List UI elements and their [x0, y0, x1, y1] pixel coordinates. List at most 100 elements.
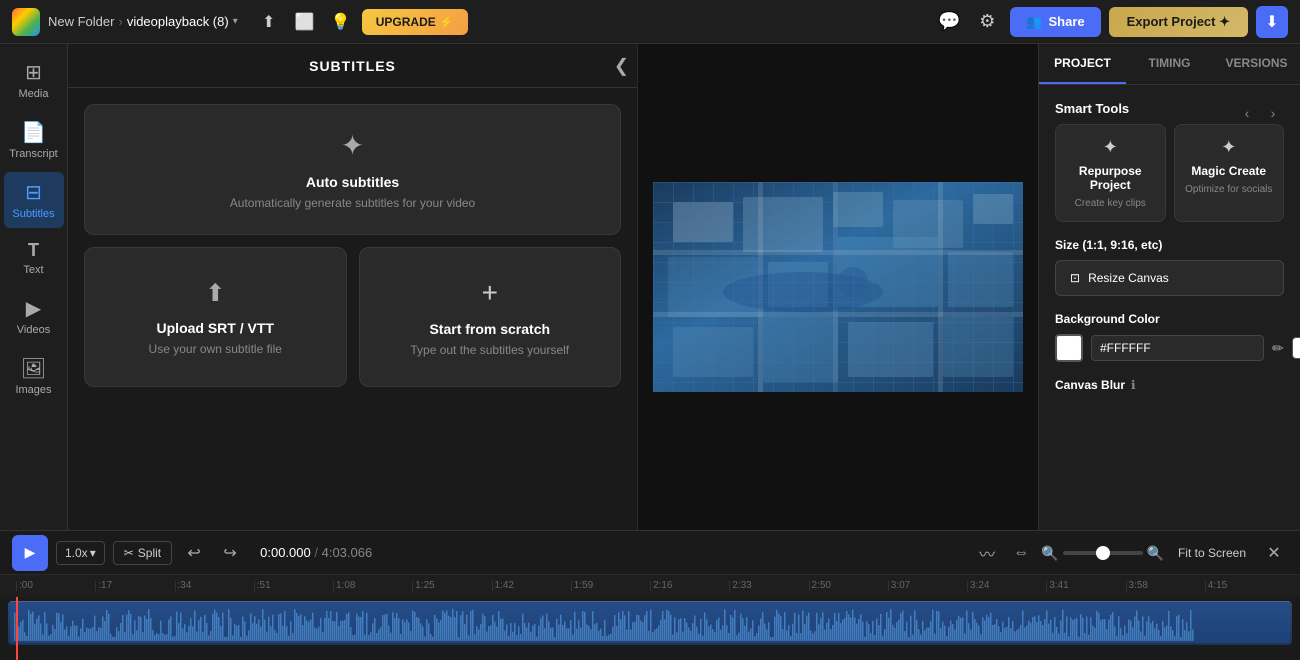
speed-chevron-icon: ▾: [90, 546, 96, 560]
upload-srt-card[interactable]: ⬆ Upload SRT / VTT Use your own subtitle…: [84, 247, 347, 387]
share-project-icon-button[interactable]: ⬆: [254, 7, 284, 37]
aerial-map-svg: [653, 182, 1023, 392]
download-button[interactable]: ⬇: [1256, 6, 1288, 38]
start-from-scratch-card[interactable]: + Start from scratch Type out the subtit…: [359, 247, 622, 387]
subtitles-icon: ⊟: [25, 180, 42, 205]
smart-tools-cards: ✦ Repurpose Project Create key clips ✦ M…: [1055, 124, 1284, 222]
export-button[interactable]: Export Project ✦: [1109, 7, 1248, 37]
zoom-in-icon: 🔍: [1147, 545, 1164, 561]
transcript-icon: 📄: [21, 120, 46, 145]
comment-button[interactable]: 💬: [934, 7, 964, 37]
bg-color-row: ✏: [1055, 334, 1284, 362]
sidebar-item-videos[interactable]: ▶ Videos: [4, 288, 64, 344]
sidebar-item-transcript[interactable]: 📄 Transcript: [4, 112, 64, 168]
share-label: Share: [1049, 14, 1085, 29]
redo-button[interactable]: ↪: [216, 539, 244, 567]
sidebar-item-subtitles[interactable]: ⊟ Subtitles: [4, 172, 64, 228]
speed-value: 1.0x: [65, 546, 88, 560]
video-preview: [653, 182, 1023, 392]
app-logo: [12, 8, 40, 36]
sidebar-item-text[interactable]: T Text: [4, 232, 64, 284]
preview-area: [638, 44, 1038, 530]
scratch-description: Type out the subtitles yourself: [410, 343, 569, 357]
track-clip[interactable]: [8, 601, 1292, 645]
split-button[interactable]: ✂ Split: [113, 541, 172, 565]
right-panel: PROJECT TIMING VERSIONS Smart Tools ‹ ›: [1038, 44, 1300, 530]
project-name: videoplayback (8): [127, 14, 229, 29]
time-current: 0:00.000: [260, 545, 311, 560]
upgrade-button[interactable]: UPGRADE ⚡: [362, 9, 468, 35]
chevron-down-icon[interactable]: ▾: [233, 16, 238, 27]
color-swatch-white[interactable]: [1292, 337, 1300, 359]
zoom-in-button[interactable]: 🔍: [1147, 542, 1164, 563]
smart-tools-section: Smart Tools ‹ › ✦ Repurpose Project Crea…: [1055, 101, 1284, 222]
play-icon: ▶: [25, 544, 36, 561]
time-total: 4:03.066: [322, 545, 373, 560]
sidebar-item-images[interactable]: 🖼 Images: [4, 348, 64, 404]
auto-subtitles-card[interactable]: ✦ Auto subtitles Automatically generate …: [84, 104, 621, 235]
sidebar-item-media-label: Media: [19, 88, 49, 100]
speed-button[interactable]: 1.0x ▾: [56, 541, 105, 565]
left-sidebar: ⊞ Media 📄 Transcript ⊟ Subtitles T Text …: [0, 44, 68, 530]
images-icon: 🖼: [21, 356, 46, 381]
bg-color-swatch[interactable]: [1055, 334, 1083, 362]
resize-canvas-button[interactable]: ⊡ Resize Canvas: [1055, 260, 1284, 296]
info-icon[interactable]: ℹ: [1131, 378, 1136, 392]
sidebar-item-videos-label: Videos: [17, 324, 50, 336]
ruler-mark-8: 2:16: [650, 581, 729, 591]
ruler-mark-4: 1:08: [333, 581, 412, 591]
magic-desc: Optimize for socials: [1185, 184, 1272, 195]
smart-tools-title: Smart Tools: [1055, 101, 1129, 116]
subtitles-header: SUBTITLES ❮: [68, 44, 637, 88]
right-panel-tabs: PROJECT TIMING VERSIONS: [1039, 44, 1300, 85]
magic-icon: ✦: [1221, 137, 1236, 158]
bg-color-hex-input[interactable]: [1091, 335, 1264, 361]
ruler-mark-6: 1:42: [492, 581, 571, 591]
sidebar-item-images-label: Images: [15, 384, 51, 396]
sidebar-item-media[interactable]: ⊞ Media: [4, 52, 64, 108]
ruler-mark-3: :51: [254, 581, 333, 591]
breadcrumb: New Folder › videoplayback (8) ▾: [48, 14, 238, 29]
fit-arrows-button[interactable]: ⇔: [1007, 539, 1035, 567]
settings-button[interactable]: ⚙: [972, 7, 1002, 37]
share-button[interactable]: 👥 Share: [1010, 7, 1100, 37]
ruler-mark-12: 3:24: [967, 581, 1046, 591]
waveform: [10, 603, 1290, 643]
subtitles-title: SUBTITLES: [309, 58, 396, 74]
repurpose-project-card[interactable]: ✦ Repurpose Project Create key clips: [1055, 124, 1166, 222]
topbar-actions: ⬆ ⬜ 💡 UPGRADE ⚡: [254, 7, 468, 37]
ruler-mark-10: 2:50: [809, 581, 888, 591]
folder-name: New Folder: [48, 14, 114, 29]
undo-button[interactable]: ↩: [180, 539, 208, 567]
auto-subtitles-icon: ✦: [341, 129, 364, 162]
subtitles-collapse-button[interactable]: ❮: [614, 55, 629, 76]
scratch-title: Start from scratch: [429, 321, 550, 337]
auto-subtitles-description: Automatically generate subtitles for you…: [230, 196, 475, 210]
screen-icon-button[interactable]: ⬜: [290, 7, 320, 37]
share-icon: 👥: [1026, 14, 1042, 30]
playhead[interactable]: [16, 597, 18, 660]
color-picker-icon[interactable]: ✏: [1272, 340, 1284, 357]
waves-button[interactable]: 〰: [973, 539, 1001, 567]
sidebar-item-subtitles-label: Subtitles: [12, 208, 54, 220]
magic-create-card[interactable]: ✦ Magic Create Optimize for socials: [1174, 124, 1285, 222]
videos-icon: ▶: [26, 296, 41, 321]
zoom-out-button[interactable]: 🔍: [1041, 542, 1058, 563]
lightbulb-icon-button[interactable]: 💡: [326, 7, 356, 37]
tab-timing[interactable]: TIMING: [1126, 44, 1213, 84]
fit-arrows-icon: ⇔: [1013, 544, 1029, 562]
tab-project[interactable]: PROJECT: [1039, 44, 1126, 84]
canvas-blur-section: Canvas Blur ℹ: [1055, 378, 1284, 392]
timeline-controls: ▶ 1.0x ▾ ✂ Split ↩ ↪ 0:00.000 / 4:03.066…: [0, 531, 1300, 575]
close-timeline-button[interactable]: ✕: [1260, 539, 1288, 567]
ruler-mark-11: 3:07: [888, 581, 967, 591]
tab-versions[interactable]: VERSIONS: [1213, 44, 1300, 84]
zoom-slider[interactable]: [1063, 551, 1143, 555]
smart-tools-next-button[interactable]: ›: [1262, 102, 1284, 124]
upload-srt-title: Upload SRT / VTT: [157, 320, 274, 336]
ruler-mark-15: 4:15: [1205, 581, 1284, 591]
ruler-mark-5: 1:25: [412, 581, 491, 591]
play-button[interactable]: ▶: [12, 535, 48, 571]
fit-to-screen-button[interactable]: Fit to Screen: [1170, 542, 1254, 564]
smart-tools-prev-button[interactable]: ‹: [1236, 102, 1258, 124]
